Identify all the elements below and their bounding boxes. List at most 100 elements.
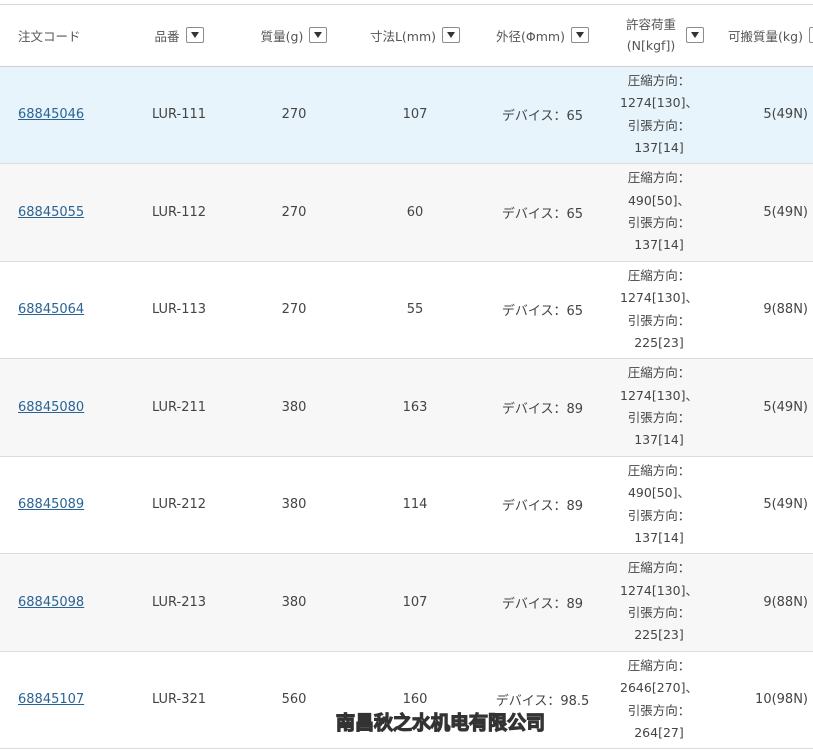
table-header: 注文コード 品番 質量(g) 寸法L(mm) 外径(Φmm) 許容荷重 (N[k… [0,5,813,66]
col-header-diameter: 外径(Φmm) [480,5,605,66]
mass-cell: 380 [281,594,307,610]
table-row[interactable]: 68845098 LUR-213 380 107 デバイス：89 圧縮方向： 1… [0,553,813,651]
col-header-length: 寸法L(mm) [350,5,480,66]
order-code-cell: 68845055 [0,163,120,261]
allowable-load-line: 1274[130]、 [620,290,698,306]
col-header-part-label: 品番 [154,28,180,44]
table-row[interactable]: 68845046 LUR-111 270 107 デバイス：65 圧縮方向： 1… [0,66,813,163]
allowable-load-line: 1274[130]、 [620,95,698,111]
allowable-load-line: 1274[130]、 [620,582,698,598]
header-row: 注文コード 品番 質量(g) 寸法L(mm) 外径(Φmm) 許容荷重 (N[k… [0,5,813,66]
mass-cell: 380 [281,399,307,415]
order-code-link[interactable]: 68845064 [18,302,84,317]
diameter-cell: デバイス：65 [501,206,584,222]
allowable-load-cell: 圧縮方向： 1274[130]、 引張方向： 225[23] [605,261,725,358]
allowable-load-line: 490[50]、 [627,192,691,208]
length-cell: 163 [402,399,428,415]
payload-cell: 5(49N) [763,497,808,512]
order-code-cell: 68845080 [0,358,120,456]
length-sort-dropdown[interactable] [442,27,461,44]
part-number-cell: LUR-321 [151,692,207,707]
allowable-load-line: 137[14] [634,139,684,155]
allowable-load-line: 圧縮方向： [627,72,691,88]
allowable-load-line: 225[23] [634,627,684,643]
order-code-link[interactable]: 68845055 [18,205,84,220]
part-number-cell: LUR-212 [151,497,207,512]
allowable-load-line: 圧縮方向： [627,267,691,283]
col-header-mass-label: 質量(g) [260,28,304,44]
payload-cell: 5(49N) [763,204,808,220]
col-header-diameter-label: 外径(Φmm) [496,28,565,44]
company-watermark: 南昌秋之水机电有限公司 [335,711,546,734]
allowable-load-line: 1274[130]、 [620,387,698,403]
length-cell: 60 [406,204,424,220]
load-sort-dropdown[interactable] [808,27,813,44]
table-row[interactable]: 68845089 LUR-212 380 114 デバイス：89 圧縮方向： 4… [0,456,813,553]
diameter-cell: デバイス：65 [501,304,584,319]
allowable-load-cell: 圧縮方向： 1274[130]、 引張方向： 137[14] [605,358,725,456]
allowable-load-line: 2646[270]、 [620,680,698,696]
chevron-down-icon [314,32,323,39]
col-header-load: 可搬質量(kg) [725,5,813,66]
length-cell: 107 [402,594,428,610]
allowable-load-line: 引張方向： [627,605,691,620]
order-code-cell: 68845046 [0,66,120,163]
chevron-down-icon [575,32,584,39]
order-code-link[interactable]: 68845089 [18,497,84,512]
allowable-load-line: 264[27] [634,724,684,740]
col-header-allowable-load: 許容荷重 (N[kgf]) [605,5,725,66]
payload-cell: 9(88N) [763,302,808,317]
order-code-link[interactable]: 68845046 [18,107,84,122]
payload-cell: 10(98N) [755,692,808,707]
allowable-load-line: 490[50]、 [627,485,691,501]
allowable-load-line: 137[14] [634,529,684,545]
order-code-link[interactable]: 68845098 [18,595,84,610]
payload-cell: 5(49N) [763,107,808,122]
diameter-sort-dropdown[interactable] [570,27,589,44]
allowable-load-cell: 圧縮方向： 1274[130]、 引張方向： 225[23] [605,553,725,651]
diameter-cell: デバイス：65 [501,109,584,124]
product-table-wrapper: 注文コード 品番 質量(g) 寸法L(mm) 外径(Φmm) 許容荷重 (N[k… [0,4,813,749]
mass-sort-dropdown[interactable] [309,27,328,44]
page: 注文コード 品番 質量(g) 寸法L(mm) 外径(Φmm) 許容荷重 (N[k… [0,0,813,750]
length-cell: 107 [402,107,428,122]
order-code-link[interactable]: 68845080 [18,400,84,415]
allowable-load-line: 137[14] [634,432,684,448]
allowable-load-line: 圧縮方向： [627,560,691,576]
diameter-cell: デバイス：89 [501,401,584,417]
col-header-load-label: 可搬質量(kg) [728,28,803,44]
chevron-down-icon [190,32,199,39]
order-code-link[interactable]: 68845107 [18,692,84,707]
order-code-cell: 68845107 [0,651,120,748]
allowable-load-cell: 圧縮方向： 1274[130]、 引張方向： 137[14] [605,66,725,163]
payload-cell: 5(49N) [763,399,808,415]
table-row[interactable]: 68845080 LUR-211 380 163 デバイス：89 圧縮方向： 1… [0,358,813,456]
part-sort-dropdown[interactable] [185,27,204,44]
col-header-code: 注文コード [0,5,120,66]
allowable-load-sort-dropdown[interactable] [686,27,704,44]
part-number-cell: LUR-112 [151,204,207,220]
col-header-mass: 質量(g) [238,5,350,66]
order-code-cell: 68845064 [0,261,120,358]
diameter-cell: デバイス：89 [501,499,584,514]
table-body: 68845046 LUR-111 270 107 デバイス：65 圧縮方向： 1… [0,66,813,748]
allowable-load-cell: 圧縮方向： 490[50]、 引張方向： 137[14] [605,456,725,553]
mass-cell: 270 [281,204,307,220]
payload-cell: 9(88N) [763,594,808,610]
allowable-load-line: 圧縮方向： [627,657,691,673]
part-number-cell: LUR-113 [151,302,207,317]
table-row[interactable]: 68845055 LUR-112 270 60 デバイス：65 圧縮方向： 49… [0,163,813,261]
mass-cell: 380 [281,497,307,512]
allowable-load-line: 137[14] [634,237,684,253]
part-number-cell: LUR-213 [151,594,207,610]
allowable-load-line: 引張方向： [627,702,691,718]
col-header-allowable-label: 許容荷重 [625,17,676,33]
mass-cell: 560 [281,692,307,707]
mass-cell: 270 [281,302,307,317]
allowable-load-line: 引張方向： [627,215,691,230]
part-number-cell: LUR-111 [151,107,207,122]
table-row[interactable]: 68845064 LUR-113 270 55 デバイス：65 圧縮方向： 12… [0,261,813,358]
allowable-load-line: 225[23] [634,334,684,350]
col-header-length-label: 寸法L(mm) [369,28,437,44]
allowable-load-line: 引張方向： [627,410,691,425]
